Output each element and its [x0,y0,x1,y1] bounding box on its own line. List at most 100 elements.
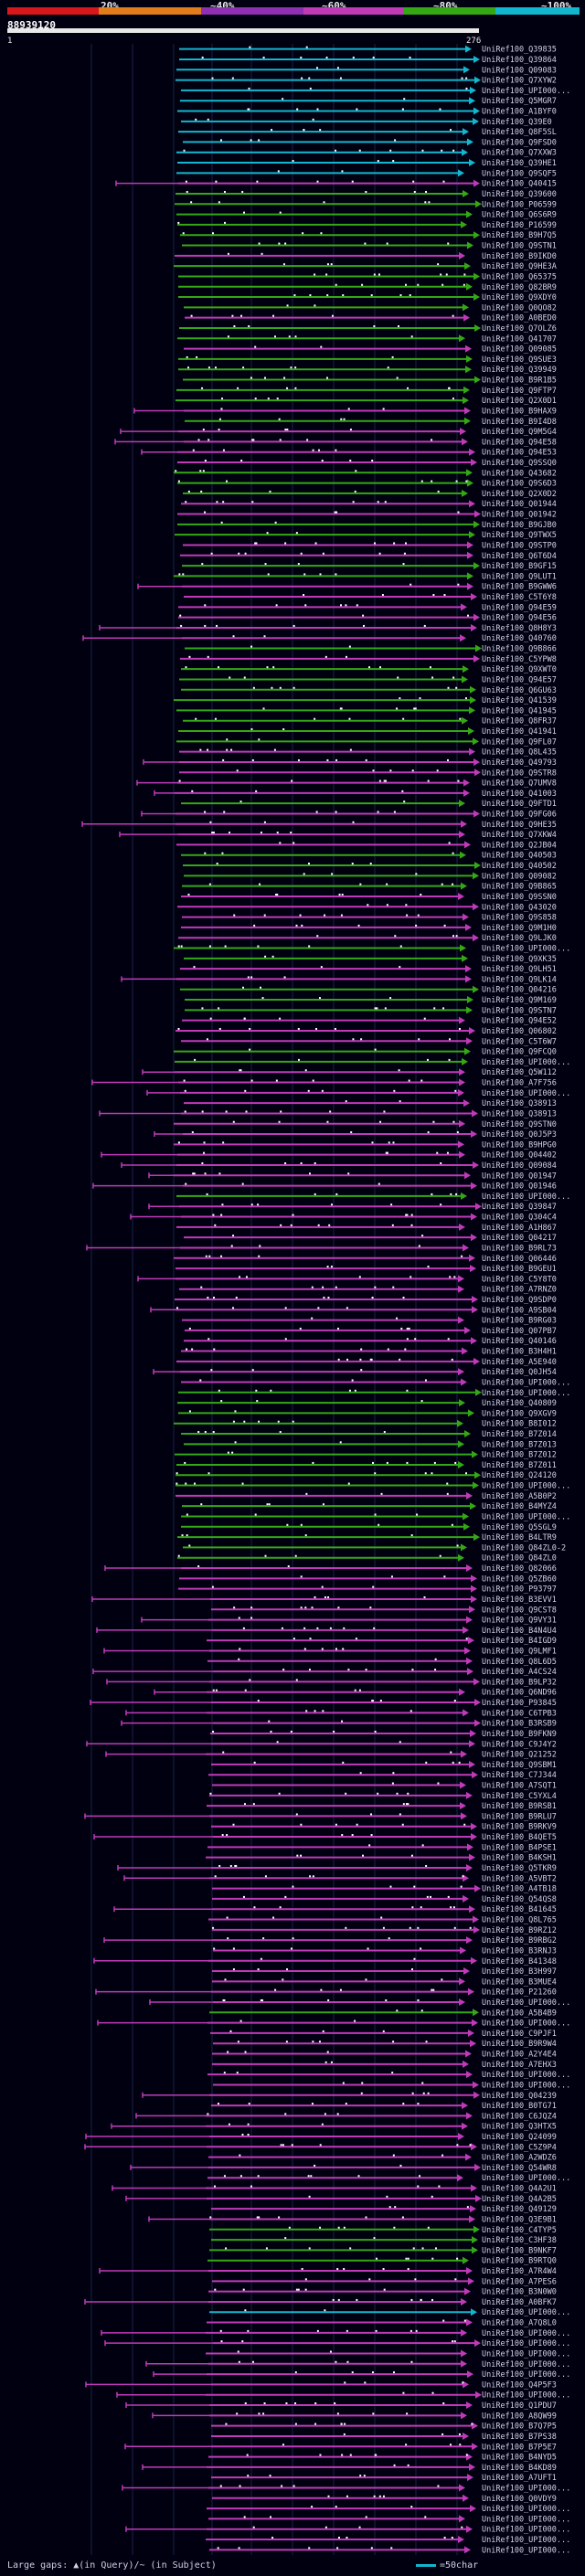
hit-label: UniRef100_Q9FTD1 [482,800,557,809]
gap-mark [191,1348,194,1351]
gap-mark [330,1203,333,1206]
gap-mark [283,976,286,979]
hit-arrow [458,1285,464,1293]
hit-label: UniRef100_Q40809 [482,1399,557,1408]
gap-mark [467,614,470,617]
gap-mark [420,1947,422,1950]
gap-mark [303,594,305,597]
hit-label: UniRef100_B9GJB0 [482,521,557,530]
gap-mark [413,707,416,710]
hit-label: UniRef100_A5E940 [482,1358,557,1367]
hit-arrow [463,1626,469,1634]
gap-mark [319,2454,322,2456]
gap-mark [453,1926,456,1929]
gap-mark [452,852,454,854]
gap-mark [232,1235,235,1237]
gap-mark [324,2061,327,2063]
hit-arrow [464,407,471,415]
gap-mark [282,98,284,101]
hit-arrow [473,2225,480,2233]
hit-label: UniRef100_Q0VDY9 [482,2495,557,2504]
gap-mark [351,863,354,865]
hit-label: UniRef100_C6TPB3 [482,1709,557,1718]
hit-arrow [473,1161,479,1169]
gap-mark [185,1182,187,1185]
hit-arrow [458,1553,464,1562]
gap-mark [446,1482,449,1485]
gap-mark [218,1389,220,1392]
gap-mark [290,1947,292,1950]
hit-label: UniRef100_UPI000... [482,2484,570,2493]
hit-label: UniRef100_Q9STN7 [482,1006,557,1015]
hit-arrow [463,789,470,797]
hit-label: UniRef100_C5Z9P4 [482,2143,557,2152]
gap-mark [252,686,255,689]
gap-mark [177,480,180,482]
hit-arrow [470,1729,476,1737]
gap-mark [367,904,369,906]
hit-arrow [465,2153,472,2161]
hit-label: UniRef100_Q39847 [482,1203,557,1212]
hit-arrow [464,841,471,849]
gap-mark [308,945,311,948]
gap-mark [295,532,298,535]
hit-label: UniRef100_Q9M5G4 [482,428,557,437]
hit-label: UniRef100_Q94E57 [482,675,557,684]
hit-label: UniRef100_UPI000... [482,2308,570,2317]
gap-mark [294,2422,297,2425]
hit-label: UniRef100_P16599 [482,221,557,230]
gap-mark [386,2195,388,2198]
gap-mark [439,108,441,111]
gap-mark [450,129,452,132]
gap-mark [343,2433,346,2435]
gap-mark [207,2113,209,2115]
hit-arrow [473,1678,480,1686]
gap-mark [423,1595,426,1598]
gap-mark [351,180,354,183]
gap-mark [377,160,379,163]
gap-mark [343,1627,346,1629]
hit-arrow [470,1265,476,1273]
gap-mark [276,398,279,400]
gap-mark [335,1823,337,1826]
gap-mark [374,1472,377,1475]
hit-arrow [463,397,469,405]
gap-mark [186,1348,188,1351]
hit-arrow [459,1150,465,1159]
gap-mark [370,1834,373,1837]
gap-mark [446,1492,449,1495]
gap-mark [268,1720,271,1723]
gap-mark [312,1461,314,1464]
hit-arrow [471,2143,477,2151]
hit-arrow [464,2287,471,2295]
hit-label: UniRef100_UPI000... [482,1193,570,1202]
gap-mark [406,1214,409,1216]
gap-mark [218,666,220,669]
gap-mark [303,573,306,576]
gap-mark [262,56,265,58]
gap-mark [358,2526,361,2528]
hit-arrow [460,1946,466,1955]
gap-mark [350,1131,353,1134]
gap-mark [238,2360,240,2363]
gap-mark [378,2495,381,2497]
gap-mark [322,1503,324,1506]
gap-mark [426,1895,429,1898]
hit-arrow [463,66,470,74]
gap-mark [405,283,408,286]
hit-arrow [474,76,481,84]
gap-mark [411,1968,414,1971]
gap-mark [275,1079,278,1082]
gap-mark [223,811,226,813]
gap-mark [207,118,209,121]
gap-mark [370,1813,373,1816]
hit-label: UniRef100_P93845 [482,1699,557,1708]
gap-mark [309,87,312,90]
gap-mark [188,655,191,658]
gap-mark [437,2485,440,2487]
hit-label: UniRef100_Q7XKW4 [482,831,557,840]
gap-mark [399,2164,402,2167]
gap-mark [357,2175,360,2178]
gap-mark [322,1286,324,1288]
hit-arrow [471,2308,477,2316]
